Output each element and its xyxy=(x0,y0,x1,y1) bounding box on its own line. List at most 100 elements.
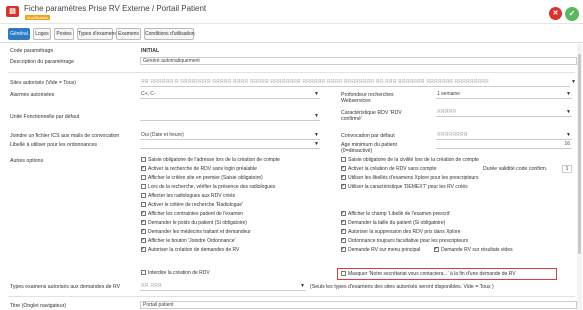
chevron-down-icon[interactable]: ▼ xyxy=(566,91,571,97)
checkbox[interactable] xyxy=(141,184,146,189)
section-divider xyxy=(8,296,575,297)
option-left[interactable]: Afficher le bouton 'Joindre Ordonnance' xyxy=(141,238,235,244)
window-title: Fiche paramètres Prise RV Externe / Port… xyxy=(24,4,207,13)
titre-label: Titre (Onglet navigateur) xyxy=(10,303,67,309)
code-value: INITIAL xyxy=(141,48,160,54)
checkbox[interactable] xyxy=(141,220,146,225)
option-left[interactable]: Interdire la création de RDV xyxy=(141,270,210,276)
close-button[interactable]: ✕ xyxy=(549,7,562,20)
caracteristique-select[interactable]: ЯЯЯЯЯ xyxy=(436,109,572,117)
description-input[interactable]: Généré automatiquement xyxy=(140,57,577,65)
ics-label: Joindre un fichier ICS aux mails de conv… xyxy=(10,133,120,139)
libelle-label: Libellé à utiliser pour les ordonnances xyxy=(10,142,98,148)
checkbox[interactable] xyxy=(341,229,346,234)
checkbox[interactable] xyxy=(141,229,146,234)
uf-label: Unité Fonctionnelle par défaut xyxy=(10,114,80,120)
caracteristique-label: Caractéristique RDV 'RDV confirmé' xyxy=(341,110,402,122)
option-left[interactable]: Afficher le critère site en premier (Sai… xyxy=(141,175,263,181)
option-right[interactable]: Afficher le champ 'Libellé de l'examen p… xyxy=(341,211,450,217)
description-label: Description du paramétrage xyxy=(10,59,75,65)
option-left[interactable]: Demander les médecins traitant et demand… xyxy=(141,229,251,235)
app-icon: ▤ xyxy=(6,6,19,17)
chevron-down-icon[interactable]: ▼ xyxy=(314,141,319,147)
sites-label: Sites autorisés (Vide = Tous) xyxy=(10,80,76,86)
checkbox[interactable] xyxy=(141,270,146,275)
checkbox[interactable] xyxy=(341,247,346,252)
option-right[interactable]: Saisie obligatoire de la civilité lors d… xyxy=(341,157,479,163)
checkbox[interactable] xyxy=(341,175,346,180)
chevron-down-icon[interactable]: ▼ xyxy=(566,109,571,115)
age-label: Age minimum du patient (0=désactivé) xyxy=(341,142,397,154)
convocation-select[interactable]: ЯЯЯЯЯЯЯЯ xyxy=(436,132,572,140)
tab-examens[interactable]: Examens xyxy=(116,28,141,40)
modified-badge: Modification xyxy=(25,15,51,20)
option-left[interactable]: Affecter les radiologues aux RDV créés xyxy=(141,193,235,199)
types-examens-label: Types examens autorisés aux demandes de … xyxy=(10,284,121,290)
checkbox[interactable] xyxy=(341,166,346,171)
tab-postes[interactable]: Postes xyxy=(54,28,74,40)
checkbox[interactable] xyxy=(141,175,146,180)
checkbox[interactable] xyxy=(141,238,146,243)
convocation-label: Convocation par défaut xyxy=(341,133,395,139)
chevron-down-icon[interactable]: ▼ xyxy=(571,79,576,85)
sites-select[interactable]: ЯЯ ЯЯЯЯЯЯ Я ЯЯЯЯЯЯЯЯ ЯЯЯЯЯ ЯЯЯЯ ЯЯЯЯЯ ЯЯ… xyxy=(140,79,570,87)
chevron-down-icon[interactable]: ▼ xyxy=(300,283,305,289)
profondeur-select[interactable]: 1 semaine xyxy=(436,91,572,99)
checkbox[interactable] xyxy=(141,157,146,162)
option-left[interactable]: Activer le critère de recherche 'Radiolo… xyxy=(141,202,243,208)
duree-input[interactable]: 1 xyxy=(562,165,572,173)
checkbox[interactable] xyxy=(341,238,346,243)
section-divider xyxy=(8,72,575,73)
checkbox[interactable] xyxy=(141,193,146,198)
option-right[interactable]: Activer la création de RDV sans compte xyxy=(341,166,436,172)
option-right[interactable]: Utiliser les libellés d'examens Xplore p… xyxy=(341,175,478,181)
highlight-box xyxy=(337,268,557,280)
profondeur-label: Profondeur recherches Webservices xyxy=(341,92,394,104)
option-right[interactable]: Demande RV sur résultats vides xyxy=(434,247,559,253)
ics-select[interactable]: Oui (Date et heure) xyxy=(140,132,320,140)
checkbox[interactable] xyxy=(434,247,439,252)
chevron-down-icon[interactable]: ▼ xyxy=(314,113,319,119)
option-right[interactable]: Autoriser la suppression des RDV pris da… xyxy=(341,229,461,235)
checkbox[interactable] xyxy=(141,247,146,252)
checkbox[interactable] xyxy=(341,211,346,216)
option-right[interactable]: Utiliser la caractéristique 'DEMEXT' pou… xyxy=(341,184,468,190)
libelle-select[interactable] xyxy=(140,141,320,149)
checkbox[interactable] xyxy=(141,211,146,216)
code-label: Code paramétrage xyxy=(10,48,54,54)
tab-general[interactable]: Général xyxy=(8,28,30,40)
option-left[interactable]: Activer la recherche de RDV sans login p… xyxy=(141,166,257,172)
option-right[interactable]: Demander la taille du patient (Si obliga… xyxy=(341,220,445,226)
option-right[interactable]: Ordonnance toujours facultative pour les… xyxy=(341,238,468,244)
autres-options-label: Autres options xyxy=(10,158,44,164)
option-left[interactable]: Demander le poids du patient (Si obligat… xyxy=(141,220,247,226)
option-left[interactable]: Afficher les contraintes patient de l'ex… xyxy=(141,211,243,217)
types-examens-select[interactable]: ЯЯ ЯЯЯ xyxy=(140,283,306,291)
chevron-down-icon[interactable]: ▼ xyxy=(314,132,319,138)
tab-conditions[interactable]: Conditions d'utilisation xyxy=(144,28,195,40)
chevron-down-icon[interactable]: ▼ xyxy=(314,91,319,97)
tab-types-examens[interactable]: Types d'examens xyxy=(77,28,117,40)
uf-select[interactable] xyxy=(140,113,320,121)
checkbox[interactable] xyxy=(141,166,146,171)
titre-input[interactable]: Portail patient xyxy=(140,301,577,309)
checkbox[interactable] xyxy=(341,184,346,189)
chevron-down-icon[interactable]: ▼ xyxy=(566,132,571,138)
alarmes-select[interactable]: C+, C- xyxy=(140,91,320,99)
tab-divider xyxy=(0,42,583,43)
option-left[interactable]: Autoriser la création de demandes de RV xyxy=(141,247,239,253)
option-left[interactable]: Saisie obligatoire de l'adresse lors de … xyxy=(141,157,280,163)
option-right[interactable]: Demande RV sur menu principal xyxy=(341,247,431,253)
title-bar: ▤ Fiche paramètres Prise RV Externe / Po… xyxy=(0,0,583,24)
option-left[interactable]: Lors de la recherche, vérifier la présen… xyxy=(141,184,275,190)
checkbox[interactable] xyxy=(341,220,346,225)
duree-label: Durée validité code confirm. xyxy=(483,166,548,172)
tab-logos[interactable]: Logos xyxy=(33,28,51,40)
types-examens-note: (Seuls les types d'examens des sites aut… xyxy=(310,284,494,290)
checkbox[interactable] xyxy=(141,202,146,207)
alarmes-label: Alarmes autorisées xyxy=(10,92,55,98)
scrollbar-thumb[interactable] xyxy=(578,54,581,254)
age-input[interactable]: 16 xyxy=(436,141,572,149)
checkbox[interactable] xyxy=(341,157,346,162)
validate-button[interactable]: ✓ xyxy=(565,7,579,21)
